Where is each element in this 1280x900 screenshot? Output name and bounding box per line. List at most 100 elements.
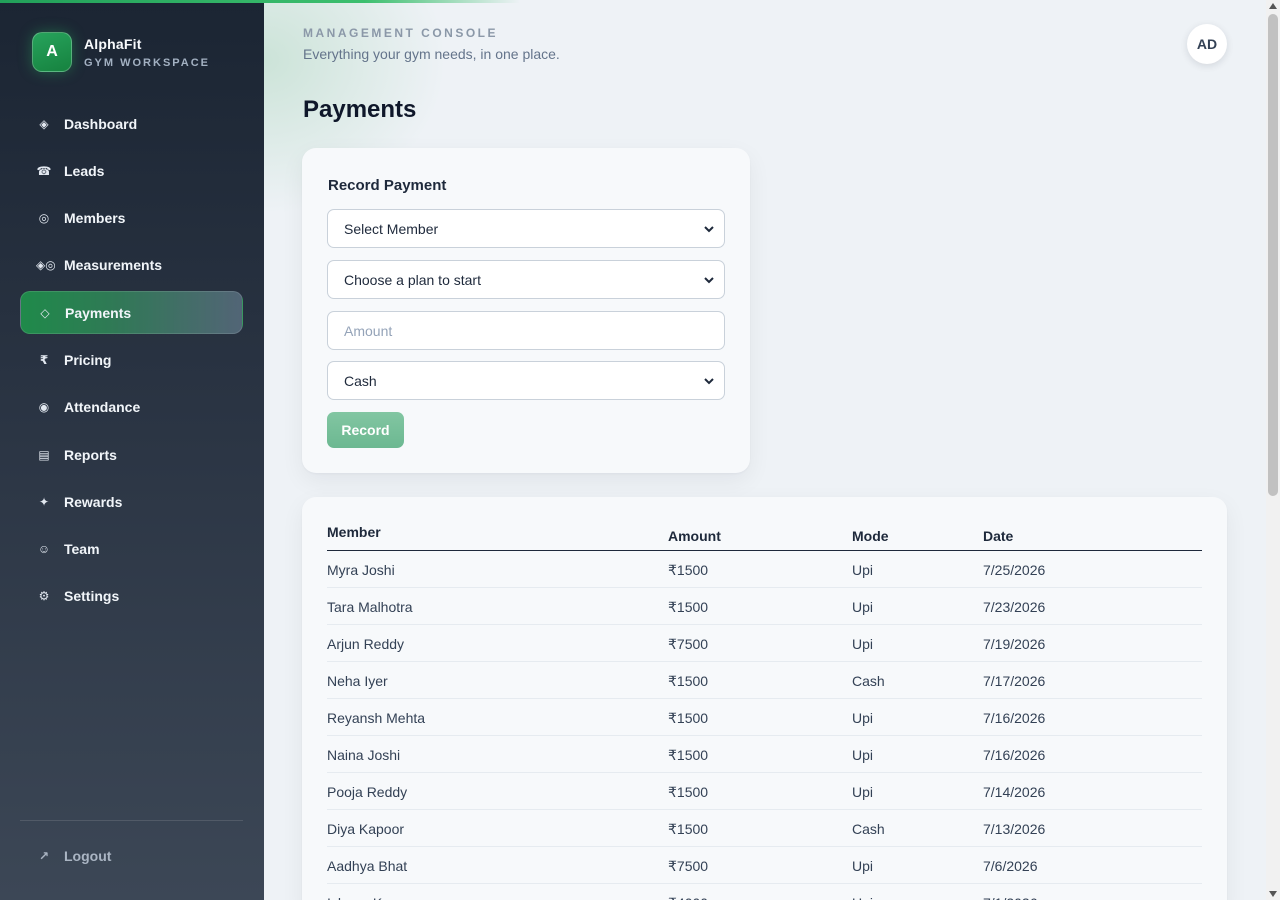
brand-logo: A (32, 32, 72, 72)
sidebar-item-label: Leads (64, 162, 105, 179)
date-cell: 7/19/2026 (983, 636, 1046, 652)
sidebar-item-payments[interactable]: ◇ Payments (20, 291, 243, 335)
team-icon: ☺ (37, 542, 51, 557)
scroll-down-icon[interactable] (1269, 891, 1277, 897)
mode-cell: Upi (852, 562, 874, 578)
date-cell: 7/6/2026 (983, 858, 1038, 874)
scrollbar-thumb[interactable] (1268, 14, 1278, 496)
record-button[interactable]: Record (327, 412, 404, 448)
payments-icon: ◇ (40, 305, 50, 320)
plan-select[interactable]: Choose a plan to start (327, 260, 725, 299)
sidebar-item-attendance[interactable]: ◉ Attendance (20, 386, 243, 429)
member-cell: Naina Joshi (327, 747, 401, 763)
scroll-up-icon[interactable] (1269, 3, 1277, 9)
amount-cell: ₹1500 (668, 599, 709, 615)
table-row: Myra Joshi ₹1500 Upi 7/25/2026 (327, 551, 1202, 588)
member-cell: Tara Malhotra (327, 599, 413, 615)
column-header-date: Date (983, 528, 1014, 544)
table-row: Ishaan K ₹4000 Upi 7/1/2026 (327, 884, 1202, 900)
sidebar-item-team[interactable]: ☺ Team (20, 528, 243, 571)
member-cell: Neha Iyer (327, 673, 388, 689)
sidebar-item-dashboard[interactable]: ◈ Dashboard (20, 102, 243, 145)
sidebar: A AlphaFit GYM WORKSPACE ◈ Dashboard ☎ Lead… (0, 0, 264, 900)
chevron-down-icon (704, 378, 714, 385)
sidebar-item-leads[interactable]: ☎ Leads (20, 149, 243, 192)
logout-label: Logout (64, 848, 112, 864)
amount-cell: ₹4000 (668, 895, 708, 900)
page-scrollbar[interactable] (1266, 0, 1280, 900)
date-cell: 7/16/2026 (983, 747, 1046, 763)
mode-cell: Upi (852, 895, 873, 900)
members-icon: ◎ (38, 211, 50, 226)
mode-cell: Upi (852, 636, 874, 652)
sidebar-item-pricing[interactable]: ₹ Pricing (20, 338, 243, 381)
member-select[interactable]: Select Member (327, 209, 725, 248)
amount-cell: ₹1500 (668, 821, 709, 837)
mode-cell: Upi (852, 747, 874, 763)
date-cell: 7/23/2026 (983, 599, 1046, 615)
member-cell: Reyansh Mehta (327, 710, 426, 726)
date-cell: 7/1/2026 (983, 895, 1038, 900)
phone-icon: ☎ (36, 163, 52, 178)
logout-icon: ↗ (38, 849, 50, 863)
mode-cell: Upi (852, 858, 874, 874)
reports-icon: ▤ (38, 447, 50, 462)
date-cell: 7/25/2026 (983, 562, 1046, 578)
chevron-down-icon (704, 277, 714, 284)
date-cell: 7/17/2026 (983, 673, 1046, 689)
dashboard-icon: ◈ (39, 116, 49, 131)
sidebar-divider (20, 820, 243, 821)
table-row: Aadhya Bhat ₹7500 Upi 7/6/2026 (327, 847, 1202, 884)
console-eyebrow: MANAGEMENT CONSOLE (303, 26, 498, 40)
column-header-mode: Mode (852, 528, 889, 544)
sidebar-item-settings[interactable]: ⚙ Settings (20, 575, 243, 618)
member-cell: Myra Joshi (327, 562, 395, 578)
form-title: Record Payment (328, 177, 447, 194)
rupee-icon: ₹ (39, 352, 49, 367)
attendance-icon: ◉ (38, 400, 50, 415)
sidebar-item-label: Measurements (64, 257, 163, 274)
mode-cell: Cash (852, 821, 885, 837)
mode-cell: Cash (852, 673, 885, 689)
amount-cell: ₹7500 (668, 858, 709, 874)
sidebar-item-label: Settings (64, 588, 120, 605)
logout-button[interactable]: ↗ Logout (36, 848, 111, 864)
amount-cell: ₹1500 (668, 747, 709, 763)
sidebar-item-label: Members (64, 210, 126, 227)
sidebar-item-members[interactable]: ◎ Members (20, 197, 243, 240)
sidebar-item-label: Payments (65, 304, 132, 321)
date-cell: 7/14/2026 (983, 784, 1046, 800)
sidebar-item-label: Pricing (64, 351, 112, 368)
payment-mode-select[interactable]: Cash (327, 361, 725, 400)
sidebar-item-label: Dashboard (64, 115, 138, 132)
chevron-down-icon (704, 226, 714, 233)
table-row: Diya Kapoor ₹1500 Cash 7/13/2026 (327, 810, 1202, 847)
member-cell: Aadhya Bhat (327, 858, 408, 874)
user-avatar[interactable]: AD (1187, 24, 1227, 64)
sidebar-item-label: Team (64, 541, 100, 558)
sidebar-item-rewards[interactable]: ✦ Rewards (20, 480, 243, 523)
sidebar-item-label: Reports (64, 446, 117, 463)
brand-subtitle: GYM WORKSPACE (84, 56, 211, 69)
date-cell: 7/16/2026 (983, 710, 1046, 726)
table-header: Member Amount Mode Date (327, 497, 1202, 551)
mode-cell: Upi (852, 710, 874, 726)
member-cell: Pooja Reddy (327, 784, 408, 800)
amount-input[interactable]: Amount (327, 311, 725, 350)
amount-cell: ₹1500 (668, 673, 709, 689)
date-cell: 7/13/2026 (983, 821, 1046, 837)
amount-cell: ₹1500 (668, 784, 709, 800)
page-title: Payments (303, 96, 417, 123)
table-row: Reyansh Mehta ₹1500 Upi 7/16/2026 (327, 699, 1202, 736)
sidebar-item-reports[interactable]: ▤ Reports (20, 433, 243, 476)
amount-cell: ₹1500 (668, 710, 709, 726)
sidebar-item-label: Attendance (64, 399, 141, 416)
console-subtitle: Everything your gym needs, in one place. (303, 46, 560, 62)
sidebar-nav: ◈ Dashboard ☎ Leads ◎ Members ◈◎ Measurements ◇ P… (20, 102, 243, 622)
record-payment-card: Record Payment Select Member Choose a pl… (302, 148, 750, 473)
sidebar-item-label: Rewards (64, 493, 123, 510)
sidebar-item-measurements[interactable]: ◈◎ Measurements (20, 244, 243, 287)
mode-cell: Upi (852, 784, 874, 800)
amount-cell: ₹7500 (668, 636, 709, 652)
top-progress-accent (0, 0, 520, 3)
